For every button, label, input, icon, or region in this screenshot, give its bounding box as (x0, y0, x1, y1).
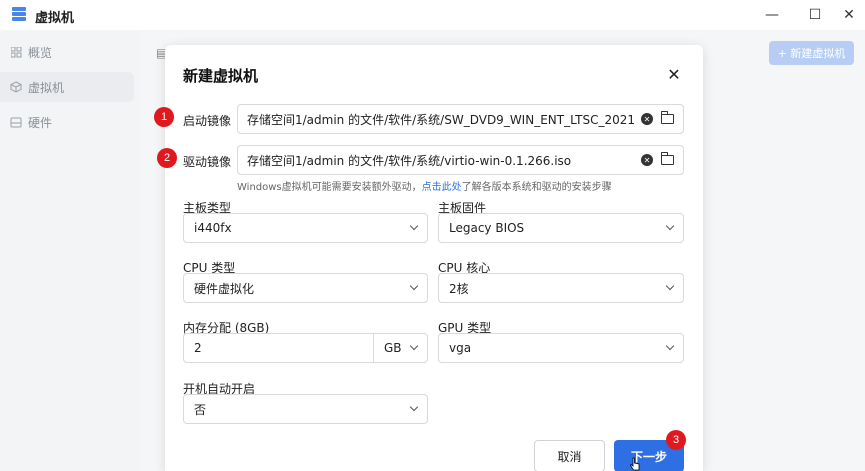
sidebar-item-label: 概览 (28, 45, 53, 60)
folder-icon[interactable] (661, 111, 674, 124)
driver-image-label: 驱动镜像 (183, 155, 232, 169)
sidebar-item-vm[interactable]: 虚拟机 (0, 72, 134, 102)
dialog-title: 新建虚拟机 (183, 67, 259, 85)
hint-text: Windows虚拟机可能需要安装额外驱动， (237, 182, 422, 193)
close-icon[interactable]: ✕ (665, 65, 683, 84)
app-title: 虚拟机 (35, 11, 75, 26)
sidebar-item-label: 硬件 (28, 115, 53, 130)
boot-image-field[interactable]: 存储空间1/admin 的文件/软件/系统/SW_DVD9_WIN_ENT_LT… (237, 104, 684, 134)
title-bar: 虚拟机 — ☐ ✕ (0, 0, 865, 30)
chevron-down-icon (665, 341, 675, 351)
board-type-select[interactable]: i440fx (183, 213, 428, 243)
drive-icon (10, 116, 22, 128)
step-badge-3: 3 (666, 430, 686, 450)
hint-link[interactable]: 点击此处 (422, 182, 462, 193)
chevron-down-icon (409, 402, 419, 412)
boot-image-path: 存储空间1/admin 的文件/软件/系统/SW_DVD9_WIN_ENT_LT… (247, 112, 635, 127)
chevron-down-icon (409, 221, 419, 231)
sidebar-item-overview[interactable]: 概览 (0, 37, 134, 67)
memory-unit-value: GB (384, 341, 402, 355)
hint-text-after: 了解各版本系统和驱动的安装步骤 (461, 182, 612, 193)
minimize-button[interactable]: — (752, 0, 792, 30)
boot-image-label: 启动镜像 (183, 114, 232, 128)
clear-icon[interactable]: ✕ (641, 113, 653, 125)
driver-image-path: 存储空间1/admin 的文件/软件/系统/virtio-win-0.1.266… (247, 153, 572, 168)
chevron-down-icon (665, 221, 675, 231)
memory-unit-select[interactable]: GB (373, 333, 428, 363)
sidebar-item-label: 虚拟机 (28, 80, 65, 95)
cpu-cores-value: 2核 (449, 281, 469, 296)
cpu-type-select[interactable]: 硬件虚拟化 (183, 273, 428, 303)
step-badge-2: 2 (157, 148, 177, 168)
sidebar-item-hardware[interactable]: 硬件 (0, 107, 134, 137)
close-window-button[interactable]: ✕ (829, 0, 865, 30)
chevron-down-icon (665, 281, 675, 291)
step-badge-1: 1 (154, 107, 174, 127)
cpu-cores-select[interactable]: 2核 (438, 273, 684, 303)
app-icon (12, 7, 26, 23)
chevron-down-icon (409, 341, 419, 351)
cpu-type-value: 硬件虚拟化 (194, 281, 255, 296)
autostart-select[interactable]: 否 (183, 394, 428, 424)
folder-icon[interactable] (661, 152, 674, 165)
memory-input[interactable]: 2 (183, 333, 374, 363)
gpu-type-select[interactable]: vga (438, 333, 684, 363)
chevron-down-icon (409, 281, 419, 291)
board-firmware-select[interactable]: Legacy BIOS (438, 213, 684, 243)
cube-icon (10, 81, 22, 93)
autostart-value: 否 (194, 402, 207, 417)
board-type-value: i440fx (194, 221, 232, 235)
cancel-button[interactable]: 取消 (534, 440, 605, 471)
clear-icon[interactable]: ✕ (641, 154, 653, 166)
grid-icon (10, 46, 22, 58)
driver-hint: Windows虚拟机可能需要安装额外驱动，点击此处了解各版本系统和驱动的安装步骤 (237, 178, 612, 193)
new-vm-button[interactable]: + 新建虚拟机 (769, 41, 854, 65)
driver-image-field[interactable]: 存储空间1/admin 的文件/软件/系统/virtio-win-0.1.266… (237, 145, 684, 175)
sidebar: 概览 虚拟机 硬件 (0, 30, 140, 471)
gpu-type-value: vga (449, 341, 472, 355)
board-firmware-value: Legacy BIOS (449, 221, 525, 235)
hand-cursor-icon (630, 457, 640, 471)
